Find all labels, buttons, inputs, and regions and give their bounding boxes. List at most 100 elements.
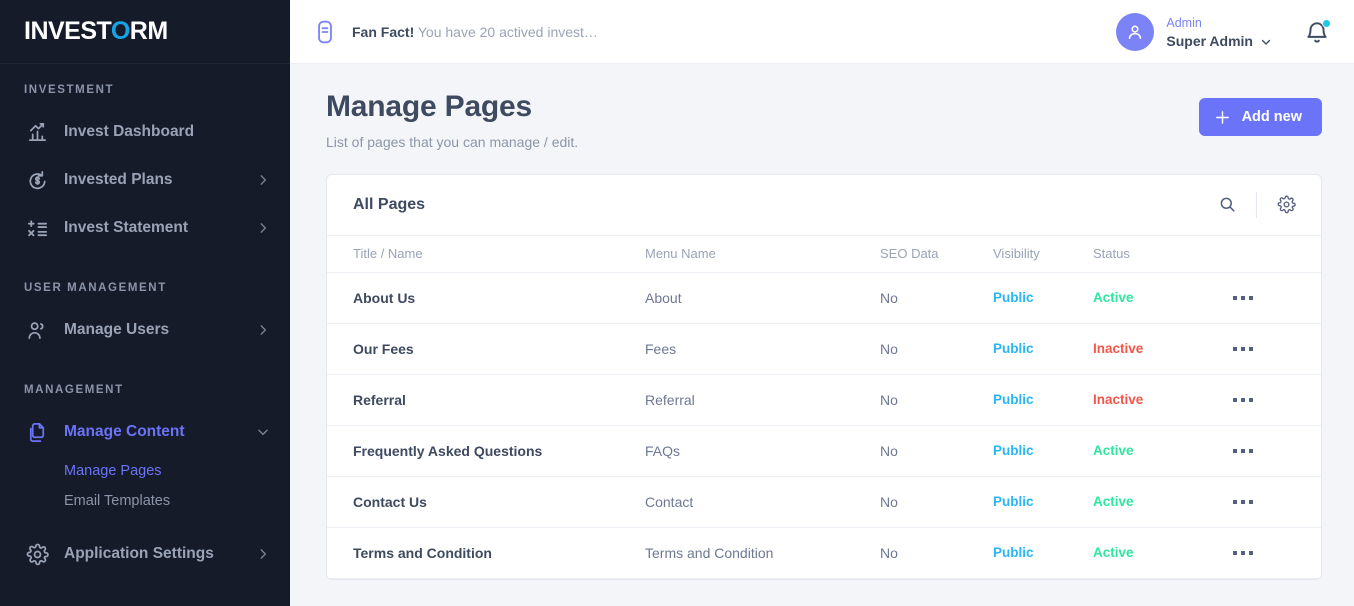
sidebar-item-label: Manage Users (64, 321, 170, 338)
column-header-status[interactable]: Status (1093, 234, 1233, 273)
user-menu[interactable]: Admin Super Admin (1116, 12, 1331, 51)
dot (1233, 397, 1237, 402)
all-pages-card: All Pages Title / Name Menu Name SEO Dat… (326, 173, 1322, 580)
sidebar-item-application-settings[interactable]: Application Settings (0, 530, 290, 578)
table-row[interactable]: Frequently Asked Questions FAQs No Public Ac… (327, 425, 1321, 477)
cell-actions (1233, 374, 1321, 426)
sidebar-item-label: Invested Plans (64, 171, 173, 188)
sidebar-subitem-manage-pages[interactable]: Manage Pages (0, 456, 290, 486)
table-body: About Us About No Public Active Our Fees Fees N… (327, 272, 1321, 579)
cell-actions (1233, 476, 1321, 528)
notification-badge-dot (1322, 18, 1331, 28)
sidebar-section-user-management: USER MANAGEMENT (24, 282, 167, 294)
table-row[interactable]: Terms and Condition Terms and Condition No… (327, 527, 1321, 579)
cell-title: Our Fees (327, 323, 645, 375)
chevron-down-icon (1260, 36, 1272, 48)
column-header-actions (1233, 234, 1321, 273)
cell-seo-data: No (880, 272, 993, 324)
column-header-title[interactable]: Title / Name (327, 234, 645, 273)
dot (1241, 346, 1245, 351)
plus-icon (1214, 109, 1231, 126)
cell-menu-name: Contact (645, 476, 880, 528)
sidebar-item-label: Invest Statement (64, 219, 189, 236)
dot (1241, 397, 1245, 402)
sidebar-item-invest-statement[interactable]: Invest Statement (0, 204, 290, 252)
chevron-right-icon (256, 221, 270, 235)
chart-bar-icon (24, 119, 50, 145)
card-header-divider (1256, 191, 1257, 218)
cell-menu-name: Terms and Condition (645, 527, 880, 579)
table-row[interactable]: Referral Referral No Public Inactive (327, 374, 1321, 426)
cell-menu-name: About (645, 272, 880, 324)
fan-fact-message: You have 20 actived invest… (417, 23, 598, 40)
row-actions-button[interactable] (1233, 346, 1295, 351)
sidebar-item-label: Manage Content (64, 423, 185, 440)
avatar (1116, 12, 1155, 51)
row-actions-button[interactable] (1233, 397, 1295, 402)
sidebar-subitem-email-templates[interactable]: Email Templates (0, 486, 290, 516)
table-row[interactable]: Contact Us Contact No Public Active (327, 476, 1321, 528)
logo-text-prefix: INVEST (24, 17, 111, 45)
user-role: Admin (1166, 15, 1202, 30)
notifications-button[interactable] (1304, 18, 1331, 45)
fan-fact-banner[interactable]: Fan Fact! You have 20 actived invest… (312, 19, 598, 45)
sidebar-item-manage-users[interactable]: Manage Users (0, 306, 290, 354)
documents-icon (24, 419, 50, 445)
column-header-seo-data[interactable]: SEO Data (880, 234, 993, 273)
search-button[interactable] (1212, 190, 1242, 220)
dot (1233, 346, 1237, 351)
cell-title: Frequently Asked Questions (327, 425, 645, 477)
gear-icon (1277, 195, 1296, 214)
card-settings-button[interactable] (1271, 190, 1301, 220)
sidebar-item-manage-content[interactable]: Manage Content (0, 408, 290, 456)
user-meta: Admin Super Admin (1166, 13, 1272, 51)
sidebar-item-invested-plans[interactable]: Invested Plans (0, 156, 290, 204)
user-name-row: Super Admin (1166, 33, 1272, 51)
fan-fact-text: Fan Fact! You have 20 actived invest… (352, 24, 598, 40)
sidebar-item-invest-dashboard[interactable]: Invest Dashboard (0, 108, 290, 156)
table-header-row: Title / Name Menu Name SEO Data Visibili… (327, 234, 1321, 273)
cell-title: About Us (327, 272, 645, 324)
users-icon (24, 317, 50, 343)
sidebar-section-investment: INVESTMENT (24, 84, 115, 96)
row-actions-button[interactable] (1233, 295, 1295, 300)
card-title: All Pages (353, 195, 426, 213)
dot (1249, 346, 1253, 351)
dot (1249, 550, 1253, 555)
dot (1233, 295, 1237, 300)
app-root: INVESTORM INVESTMENT Invest Dashboard In… (0, 0, 1354, 606)
logo-text: INVESTORM (24, 17, 168, 46)
pages-table: Title / Name Menu Name SEO Data Visibili… (327, 234, 1321, 579)
cell-visibility: Public (993, 476, 1093, 528)
main-area: Fan Fact! You have 20 actived invest… Ad… (290, 0, 1354, 606)
status-badge: Active (1093, 476, 1233, 528)
row-actions-button[interactable] (1233, 550, 1295, 555)
cell-visibility: Public (993, 425, 1093, 477)
row-actions-button[interactable] (1233, 499, 1295, 504)
dot (1249, 499, 1253, 504)
chevron-down-icon (256, 425, 270, 439)
add-new-button[interactable]: Add new (1198, 98, 1322, 136)
dot (1241, 295, 1245, 300)
content-area: Manage Pages List of pages that you can … (290, 64, 1354, 606)
cell-seo-data: No (880, 425, 993, 477)
cell-seo-data: No (880, 527, 993, 579)
page-header: Manage Pages List of pages that you can … (326, 90, 1322, 150)
note-icon (312, 19, 338, 45)
dot (1233, 448, 1237, 453)
column-header-menu-name[interactable]: Menu Name (645, 234, 880, 273)
dot (1249, 448, 1253, 453)
status-badge: Active (1093, 527, 1233, 579)
column-header-visibility[interactable]: Visibility (993, 234, 1093, 273)
table-row[interactable]: Our Fees Fees No Public Inactive (327, 323, 1321, 375)
table-row[interactable]: About Us About No Public Active (327, 272, 1321, 324)
cell-actions (1233, 323, 1321, 375)
cell-actions (1233, 527, 1321, 579)
sidebar-item-label: Invest Dashboard (64, 123, 195, 140)
logo[interactable]: INVESTORM (0, 0, 290, 64)
cell-visibility: Public (993, 374, 1093, 426)
logo-text-accent: O (110, 17, 130, 45)
dot (1249, 295, 1253, 300)
row-actions-button[interactable] (1233, 448, 1295, 453)
page-title: Manage Pages (326, 90, 533, 123)
